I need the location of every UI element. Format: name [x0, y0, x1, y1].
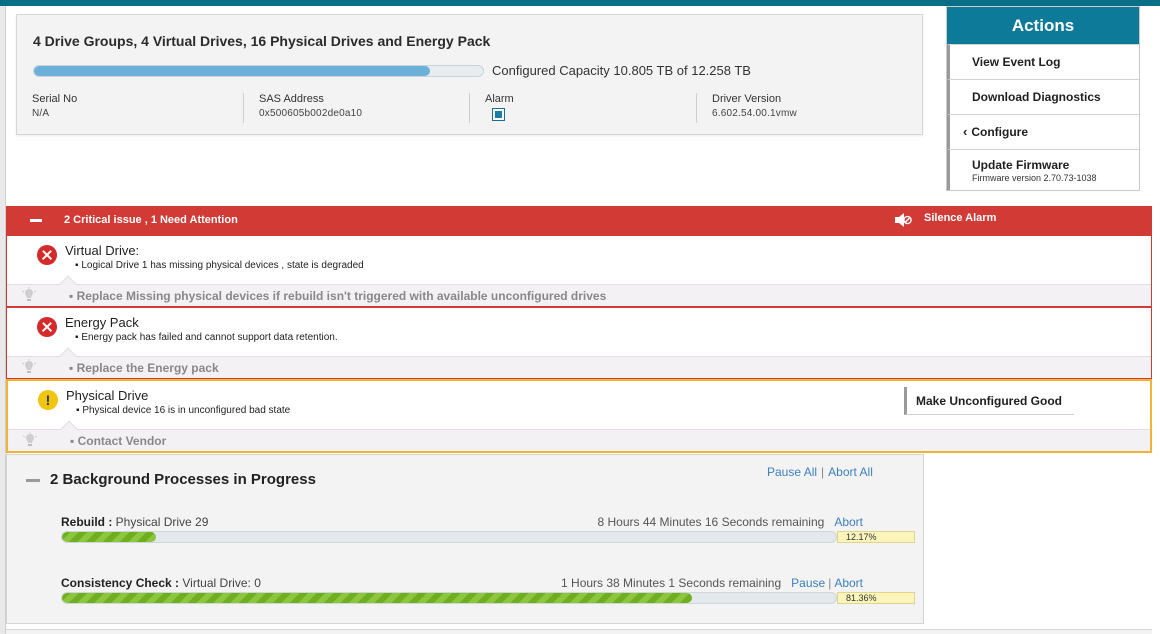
- issue-suggestion: ▪ Replace Missing physical devices if re…: [7, 275, 1151, 306]
- issue-detail: ▪ Logical Drive 1 has missing physical d…: [75, 260, 364, 271]
- configure-label: Configure: [971, 125, 1029, 139]
- collapse-icon[interactable]: [30, 219, 42, 222]
- issue-virtual-drive: Virtual Drive: ▪ Logical Drive 1 has mis…: [6, 235, 1152, 307]
- update-firmware-button[interactable]: Update Firmware Firmware version 2.70.73…: [947, 149, 1139, 190]
- process-type: Consistency Check :: [61, 576, 180, 590]
- alarm-checkbox[interactable]: [492, 108, 505, 121]
- pause-all-link[interactable]: Pause All: [767, 465, 817, 479]
- view-event-log-button[interactable]: View Event Log: [947, 44, 1139, 79]
- process-status: 1 Hours 38 Minutes 1 Seconds remaining P…: [561, 576, 863, 590]
- error-icon: [37, 317, 57, 337]
- capacity-bar-fill: [34, 66, 430, 76]
- firmware-version: Firmware version 2.70.73-1038: [972, 173, 1097, 183]
- lightbulb-icon: [22, 432, 38, 446]
- process-target: Virtual Drive: 0: [182, 576, 261, 590]
- sas-field: SAS Address 0x500605b002de0a10: [243, 93, 362, 123]
- progress-percent: 12.17%: [837, 531, 915, 543]
- driver-label: Driver Version: [712, 93, 782, 105]
- capacity-text: Configured Capacity 10.805 TB of 12.258 …: [492, 63, 751, 78]
- bottom-divider: [6, 629, 1152, 634]
- make-unconfigured-good-button[interactable]: Make Unconfigured Good: [904, 387, 1074, 415]
- abort-all-link[interactable]: Abort All: [828, 465, 873, 479]
- driver-field: Driver Version 6.602.54.00.1vmw: [696, 93, 797, 123]
- abort-link[interactable]: Abort: [834, 576, 863, 590]
- chevron-left-icon: ‹: [963, 124, 968, 139]
- progress-percent: 81.36%: [837, 592, 915, 604]
- process-target: Physical Drive 29: [115, 515, 209, 529]
- lightbulb-icon: [21, 359, 37, 373]
- driver-value: 6.602.54.00.1vmw: [712, 108, 797, 119]
- update-firmware-label: Update Firmware: [972, 158, 1070, 172]
- capacity-bar: [33, 65, 484, 77]
- issue-detail: ▪ Physical device 16 is in unconfigured …: [76, 405, 291, 416]
- controller-summary-card: 4 Drive Groups, 4 Virtual Drives, 16 Phy…: [16, 14, 923, 135]
- issue-title: Physical Drive: [66, 388, 149, 403]
- issue-suggestion: ▪ Contact Vendor: [8, 420, 1150, 451]
- issues-summary: 2 Critical issue , 1 Need Attention: [64, 214, 238, 226]
- process-status: 8 Hours 44 Minutes 16 Seconds remaining …: [598, 515, 864, 529]
- alarm-field: Alarm: [469, 93, 514, 123]
- issue-suggestion: ▪ Replace the Energy pack: [7, 347, 1151, 378]
- background-title: 2 Background Processes in Progress: [50, 471, 316, 488]
- process-progress-bar: [61, 592, 837, 604]
- error-icon: [37, 245, 57, 265]
- abort-link[interactable]: Abort: [834, 515, 863, 529]
- download-diagnostics-button[interactable]: Download Diagnostics: [947, 79, 1139, 114]
- issue-title: Energy Pack: [65, 315, 139, 330]
- pause-link[interactable]: Pause: [791, 576, 825, 590]
- collapse-icon[interactable]: [26, 479, 40, 482]
- alarm-label: Alarm: [485, 93, 514, 105]
- issue-physical-drive: ! Physical Drive ▪ Physical device 16 is…: [6, 379, 1152, 453]
- serial-label: Serial No: [32, 93, 78, 105]
- process-type: Rebuild :: [61, 515, 113, 529]
- time-remaining: 8 Hours 44 Minutes 16 Seconds remaining: [597, 515, 825, 529]
- serial-field: Serial No N/A: [17, 93, 77, 119]
- suggestion-text-value: Replace Missing physical devices if rebu…: [76, 289, 607, 303]
- sas-label: SAS Address: [259, 93, 324, 105]
- issue-detail-text: Energy pack has failed and cannot suppor…: [81, 332, 338, 343]
- suggestion-text: ▪ Replace the Energy pack: [69, 361, 219, 375]
- lightbulb-icon: [21, 287, 37, 301]
- progress-fill: [62, 593, 692, 603]
- summary-title: 4 Drive Groups, 4 Virtual Drives, 16 Phy…: [33, 33, 491, 49]
- issue-title: Virtual Drive:: [65, 243, 140, 258]
- bulk-actions: Pause All | Abort All: [767, 465, 873, 479]
- warning-icon: !: [38, 390, 58, 410]
- sas-value: 0x500605b002de0a10: [259, 108, 363, 119]
- background-processes-panel: 2 Background Processes in Progress Pause…: [6, 454, 924, 624]
- issue-energy-pack: Energy Pack ▪ Energy pack has failed and…: [6, 307, 1152, 379]
- actions-header: Actions: [947, 7, 1139, 44]
- process-consistency-check: Consistency Check : Virtual Drive: 0 1 H…: [61, 576, 915, 604]
- progress-fill: [62, 532, 157, 542]
- configure-button[interactable]: ‹ Configure: [947, 114, 1139, 149]
- silence-alarm-button[interactable]: Silence Alarm: [924, 212, 996, 224]
- serial-value: N/A: [32, 108, 50, 119]
- critical-issues-banner: 2 Critical issue , 1 Need Attention Sile…: [6, 206, 1152, 236]
- suggestion-text-value: Contact Vendor: [77, 434, 167, 448]
- suggestion-text: ▪ Replace Missing physical devices if re…: [69, 289, 607, 303]
- issue-detail-text: Logical Drive 1 has missing physical dev…: [81, 260, 364, 271]
- issue-detail-text: Physical device 16 is in unconfigured ba…: [82, 405, 291, 416]
- time-remaining: 1 Hours 38 Minutes 1 Seconds remaining: [561, 576, 782, 590]
- speaker-mute-icon[interactable]: [894, 212, 912, 228]
- issue-detail: ▪ Energy pack has failed and cannot supp…: [75, 332, 338, 343]
- process-rebuild: Rebuild : Physical Drive 29 8 Hours 44 M…: [61, 515, 915, 543]
- suggestion-text-value: Replace the Energy pack: [76, 361, 219, 375]
- suggestion-text: ▪ Contact Vendor: [70, 434, 167, 448]
- process-progress-bar: [61, 531, 837, 543]
- actions-panel: Actions View Event Log Download Diagnost…: [946, 6, 1140, 191]
